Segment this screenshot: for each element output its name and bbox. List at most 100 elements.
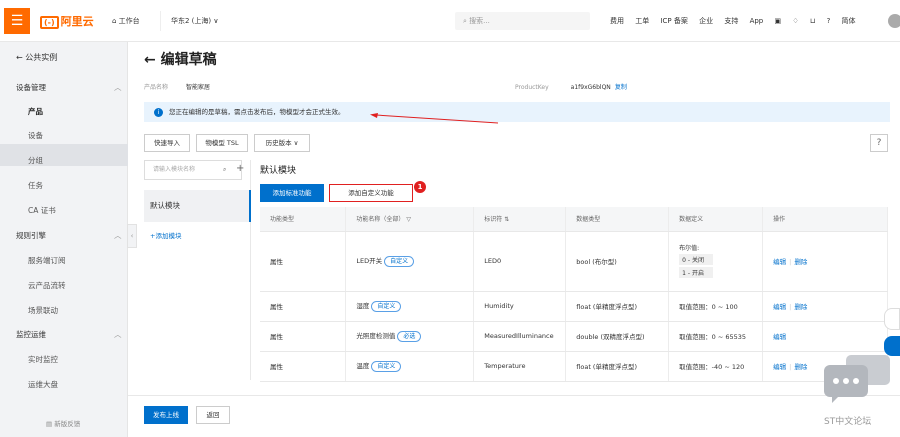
cart-icon[interactable]: ⊔ bbox=[810, 17, 815, 25]
sidebar-collapse-handle[interactable]: ‹ bbox=[127, 224, 137, 248]
sidebar-group-monitor[interactable]: 监控运维 ︿ bbox=[16, 329, 122, 340]
cell-identifier: MeasuredIlluminance bbox=[473, 321, 567, 352]
back-arrow-icon[interactable]: ← bbox=[144, 52, 161, 68]
sidebar-item-scene[interactable]: 场景联动 bbox=[28, 305, 58, 316]
edit-link[interactable]: 编辑 bbox=[773, 258, 786, 266]
edit-link[interactable]: 编辑 bbox=[773, 363, 786, 371]
function-tag: 自定义 bbox=[371, 361, 402, 372]
cell-type: 属性 bbox=[260, 351, 347, 382]
cell-identifier: Humidity bbox=[473, 291, 567, 322]
return-button[interactable]: 返回 bbox=[196, 406, 230, 424]
nav-fees[interactable]: 费用 bbox=[610, 17, 624, 25]
table-header-row: 功能类型 功能名称（全部） ▽ 标识符 ⇅ 数据类型 数据定义 操作 bbox=[260, 207, 888, 232]
sidebar-item-flow[interactable]: 云产品流转 bbox=[28, 280, 66, 291]
add-module-link[interactable]: +添加模块 bbox=[150, 230, 181, 240]
col-function-type: 功能类型 bbox=[260, 207, 347, 232]
cell-definition: 取值范围：-40 ~ 120 bbox=[668, 351, 764, 382]
col-identifier-label: 标识符 bbox=[484, 216, 503, 224]
cell-actions: 编辑 | 删除 bbox=[762, 291, 888, 322]
search-placeholder: 搜索... bbox=[469, 17, 490, 25]
col-function-name[interactable]: 功能名称（全部） ▽ bbox=[345, 207, 475, 232]
tsl-button[interactable]: 物模型 TSL bbox=[196, 134, 248, 152]
cell-data-type: float (单精度浮点型) bbox=[565, 291, 670, 322]
sidebar-item-ca[interactable]: CA 证书 bbox=[28, 205, 56, 216]
help-button[interactable]: ? bbox=[870, 134, 888, 152]
menu-icon[interactable]: ☰ bbox=[4, 8, 30, 34]
cell-identifier: LED0 bbox=[473, 231, 567, 292]
function-name: LED开关 bbox=[356, 257, 383, 265]
step-badge: 1 bbox=[414, 181, 426, 193]
brand-name: 阿里云 bbox=[60, 15, 94, 28]
add-custom-function-button[interactable]: 添加自定义功能 bbox=[329, 184, 413, 202]
sidebar-group-device[interactable]: 设备管理 ︿ bbox=[16, 82, 122, 93]
product-key-label: ProductKey bbox=[515, 84, 549, 91]
sidebar-item-device[interactable]: 设备 bbox=[28, 130, 43, 141]
sidebar-item-product[interactable]: 产品 bbox=[28, 106, 43, 117]
sidebar-back-label: 公共实例 bbox=[25, 53, 58, 62]
lang-switch[interactable]: 简体 bbox=[842, 17, 856, 25]
bell-icon[interactable]: ♢ bbox=[792, 17, 798, 25]
nav-icp[interactable]: ICP 备案 bbox=[660, 17, 687, 25]
sidebar-item-realtime[interactable]: 实时监控 bbox=[28, 354, 58, 365]
sort-icon[interactable]: ⇅ bbox=[504, 216, 509, 223]
nav-app[interactable]: App bbox=[750, 17, 764, 25]
sidebar-back[interactable]: ← 公共实例 bbox=[16, 52, 57, 63]
sidebar-item-subscribe[interactable]: 服务端订阅 bbox=[28, 255, 66, 266]
function-name: 光照度检测值 bbox=[356, 332, 396, 340]
avatar[interactable] bbox=[888, 14, 900, 28]
cell-type: 属性 bbox=[260, 291, 347, 322]
chevron-up-icon: ︿ bbox=[114, 83, 122, 92]
sidebar-active-bg bbox=[0, 144, 128, 166]
history-version-button[interactable]: 历史版本 ∨ bbox=[254, 134, 310, 152]
sidebar-item-dashboard[interactable]: 运维大盘 bbox=[28, 379, 58, 390]
function-tag: 自定义 bbox=[384, 256, 415, 267]
add-module-icon[interactable]: + bbox=[236, 163, 244, 174]
top-bar: ☰ (-) 阿里云 ⌂ 工作台 华东2 (上海) ∨ ⌕ 搜索... 费用 工单 … bbox=[0, 0, 900, 42]
nav-support[interactable]: 支持 bbox=[724, 17, 738, 25]
table-row: 属性 LED开关 自定义 LED0 bool (布尔型) 布尔值: 0 - 关闭 … bbox=[260, 231, 888, 292]
nav-tickets[interactable]: 工单 bbox=[635, 17, 649, 25]
edit-link[interactable]: 编辑 bbox=[773, 333, 786, 341]
help-icon[interactable]: ? bbox=[827, 17, 831, 25]
col-data-definition: 数据定义 bbox=[668, 207, 764, 232]
cell-definition: 布尔值: 0 - 关闭 1 - 开启 bbox=[668, 231, 764, 292]
region-select[interactable]: 华东2 (上海) ∨ bbox=[160, 11, 229, 31]
delete-link[interactable]: 删除 bbox=[794, 258, 807, 266]
sidebar-group-label: 规则引擎 bbox=[16, 231, 46, 240]
watermark-chat-icon bbox=[824, 355, 890, 403]
filter-icon[interactable]: ▽ bbox=[406, 216, 411, 223]
history-label: 历史版本 bbox=[265, 139, 292, 147]
col-identifier[interactable]: 标识符 ⇅ bbox=[473, 207, 567, 232]
copy-button[interactable]: 复制 bbox=[615, 84, 627, 91]
module-search-input[interactable]: 请输入模块名称 ⌕ bbox=[144, 160, 242, 180]
cell-name: 光照度检测值 必选 bbox=[345, 321, 475, 352]
add-standard-function-button[interactable]: 添加标准功能 bbox=[260, 184, 324, 202]
search-input[interactable]: ⌕ 搜索... bbox=[455, 12, 590, 30]
publish-button[interactable]: 发布上线 bbox=[144, 406, 188, 424]
annotation-arrow bbox=[370, 113, 499, 124]
float-tool-icon[interactable] bbox=[884, 308, 900, 330]
cell-definition: 取值范围：0 ~ 100 bbox=[668, 291, 764, 322]
draft-notice-text: 您正在编辑的是草稿，需点击发布后，物模型才会正式生效。 bbox=[169, 108, 345, 116]
nav-enterprise[interactable]: 企业 bbox=[699, 17, 713, 25]
top-nav: 费用 工单 ICP 备案 企业 支持 App ▣ ♢ ⊔ ? 简体 bbox=[610, 16, 865, 26]
module-item-default[interactable]: 默认模块 bbox=[144, 190, 251, 222]
cell-name: 温度 自定义 bbox=[345, 351, 475, 382]
message-icon[interactable]: ▣ bbox=[775, 17, 782, 25]
cell-identifier: Temperature bbox=[473, 351, 567, 382]
sidebar-group-rules[interactable]: 规则引擎 ︿ bbox=[16, 230, 122, 241]
product-name-label: 产品名称 bbox=[144, 84, 169, 91]
quick-import-button[interactable]: 快速导入 bbox=[144, 134, 190, 152]
cell-definition: 取值范围：0 ~ 65535 bbox=[668, 321, 764, 352]
sidebar-group-label: 监控运维 bbox=[16, 330, 46, 339]
cell-actions: 编辑 bbox=[762, 321, 888, 352]
delete-link[interactable]: 删除 bbox=[794, 303, 807, 311]
sidebar-item-task[interactable]: 任务 bbox=[28, 180, 43, 191]
sidebar-item-group[interactable]: 分组 bbox=[28, 155, 43, 166]
cell-data-type: double (双精度浮点型) bbox=[565, 321, 670, 352]
delete-link[interactable]: 删除 bbox=[794, 363, 807, 371]
feedback-link[interactable]: ▤ 新版反馈 bbox=[46, 418, 80, 428]
workbench-link[interactable]: ⌂ 工作台 bbox=[112, 16, 140, 26]
brand-logo[interactable]: (-) 阿里云 bbox=[40, 13, 94, 29]
edit-link[interactable]: 编辑 bbox=[773, 303, 786, 311]
